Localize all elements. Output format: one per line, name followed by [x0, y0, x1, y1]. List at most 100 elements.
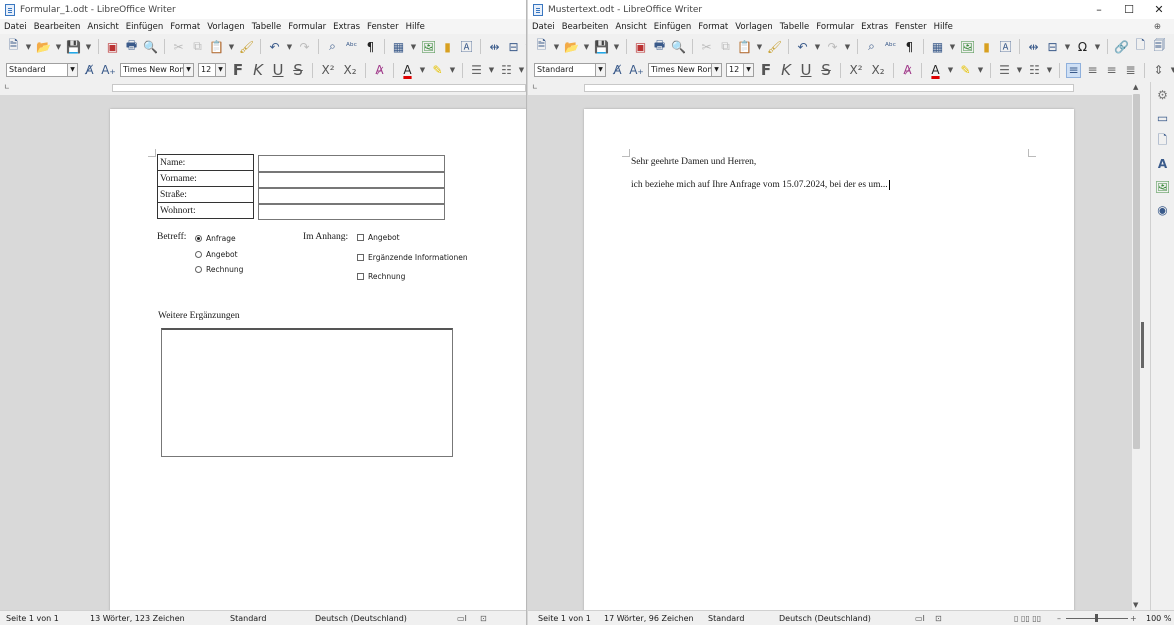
chevron-down-icon[interactable]: ▼	[711, 64, 721, 76]
menu-fenster[interactable]: Fenster	[895, 22, 927, 32]
insert-mode-icon[interactable]: ▭I	[915, 614, 925, 623]
strasse-input[interactable]	[258, 188, 445, 204]
menu-ansicht[interactable]: Ansicht	[615, 22, 646, 32]
clear-formatting-icon[interactable]: A̷	[900, 63, 915, 78]
page-style[interactable]: Standard	[230, 614, 266, 623]
body-line-text[interactable]: ich beziehe mich auf Ihre Anfrage vom 15…	[631, 180, 890, 190]
checkbox-ergaenzende-informationen[interactable]: Ergänzende Informationen	[357, 253, 468, 262]
font-style-icon[interactable]: A	[1155, 156, 1171, 172]
menu-format[interactable]: Format	[698, 22, 728, 32]
menu-format[interactable]: Format	[170, 22, 200, 32]
insert-textbox-icon[interactable]: 🄰	[459, 39, 474, 54]
print-preview-icon[interactable]: 🔍	[143, 39, 158, 54]
paragraph-style-select[interactable]: Standard ▼	[6, 63, 78, 77]
superscript-button[interactable]: X²	[319, 63, 337, 77]
align-left-icon[interactable]: ≡	[1066, 62, 1081, 78]
spelling-icon[interactable]: ᴬᵇᶜ	[883, 39, 898, 54]
formatting-marks-icon[interactable]: ¶	[363, 39, 378, 54]
clone-formatting-icon[interactable]: 🖌	[239, 39, 254, 54]
chevron-down-icon[interactable]: ▼	[756, 39, 763, 54]
align-center-icon[interactable]: ≡	[1085, 63, 1100, 78]
copy-icon[interactable]: ⧉	[718, 39, 733, 54]
chevron-down-icon[interactable]: ▼	[25, 39, 32, 54]
chevron-down-icon[interactable]: ▼	[488, 63, 495, 78]
radio-anfrage[interactable]: Anfrage	[195, 234, 236, 243]
right-title-bar[interactable]: Mustertext.odt - LibreOffice Writer – ☐ …	[528, 0, 1174, 19]
font-color-icon[interactable]: A	[400, 63, 415, 78]
chevron-down-icon[interactable]: ▼	[410, 39, 417, 54]
page-break-icon[interactable]: ⇹	[1026, 39, 1041, 54]
menu-einfuegen[interactable]: Einfügen	[654, 22, 692, 32]
chevron-down-icon[interactable]: ▼	[419, 63, 426, 78]
footnote-icon[interactable]: 🗋	[1133, 38, 1148, 54]
subscript-button[interactable]: X₂	[341, 63, 359, 77]
font-size-select[interactable]: 12 ▼	[198, 63, 226, 77]
weitere-ergaenzungen-textarea[interactable]	[161, 328, 453, 457]
clone-formatting-icon[interactable]: 🖌	[767, 39, 782, 54]
chevron-down-icon[interactable]: ▼	[228, 39, 235, 54]
menu-formular[interactable]: Formular	[288, 22, 326, 32]
open-folder-icon[interactable]: 📂	[564, 39, 579, 54]
new-style-icon[interactable]: A₊	[629, 63, 644, 78]
cut-icon[interactable]: ✂	[171, 39, 186, 54]
chevron-down-icon[interactable]: ▼	[743, 64, 753, 76]
menu-hilfe[interactable]: Hilfe	[934, 22, 953, 32]
undo-icon[interactable]: ↶	[795, 39, 810, 54]
undo-icon[interactable]: ↶	[267, 39, 282, 54]
zoom-in-icon[interactable]: +	[1130, 614, 1137, 623]
superscript-button[interactable]: X²	[847, 63, 865, 77]
cut-icon[interactable]: ✂	[699, 39, 714, 54]
menu-extras[interactable]: Extras	[333, 22, 360, 32]
formatting-marks-icon[interactable]: ¶	[902, 39, 917, 54]
export-pdf-icon[interactable]: ▣	[105, 39, 120, 54]
underline-button[interactable]: U	[270, 61, 286, 79]
menu-bearbeiten[interactable]: Bearbeiten	[562, 22, 609, 32]
new-style-icon[interactable]: A₊	[101, 63, 116, 78]
print-preview-icon[interactable]: 🔍	[671, 39, 686, 54]
chevron-down-icon[interactable]: ▼	[1094, 39, 1101, 54]
align-justify-icon[interactable]: ≣	[1123, 63, 1138, 78]
font-name-select[interactable]: Times New Roman ▼	[648, 63, 722, 77]
scrollbar-thumb[interactable]	[1133, 94, 1140, 449]
word-count[interactable]: 17 Wörter, 96 Zeichen	[604, 614, 694, 623]
chevron-down-icon[interactable]: ▼	[1064, 39, 1071, 54]
globe-icon[interactable]: ⊕	[1154, 22, 1161, 32]
menu-fenster[interactable]: Fenster	[367, 22, 399, 32]
menu-vorlagen[interactable]: Vorlagen	[735, 22, 772, 32]
insert-table-icon[interactable]: ▦	[930, 39, 945, 54]
page-icon[interactable]: ▭	[1155, 110, 1171, 126]
insert-image-icon[interactable]: 🖼	[421, 39, 436, 54]
chevron-down-icon[interactable]: ▼	[977, 63, 984, 78]
redo-icon[interactable]: ↷	[297, 39, 312, 54]
horizontal-ruler[interactable]: ∟	[0, 81, 526, 95]
font-size-select[interactable]: 12 ▼	[726, 63, 754, 77]
menu-extras[interactable]: Extras	[861, 22, 888, 32]
italic-button[interactable]: K	[778, 61, 794, 79]
insert-chart-icon[interactable]: ▮	[979, 39, 994, 54]
menu-tabelle[interactable]: Tabelle	[252, 22, 282, 32]
chevron-down-icon[interactable]: ▼	[814, 39, 821, 54]
new-document-icon[interactable]: 🗎	[6, 38, 21, 54]
tab-stop-type-icon[interactable]: ∟	[4, 83, 10, 91]
save-icon[interactable]: 💾	[594, 39, 609, 54]
ordered-list-icon[interactable]: ☷	[499, 63, 514, 78]
vorname-input[interactable]	[258, 172, 445, 188]
chevron-down-icon[interactable]: ▼	[518, 63, 525, 78]
zoom-level[interactable]: 100 %	[1146, 614, 1171, 623]
zoom-out-icon[interactable]: –	[1057, 614, 1061, 623]
insert-chart-icon[interactable]: ▮	[440, 39, 455, 54]
body-line-greeting[interactable]: Sehr geehrte Damen und Herren,	[631, 157, 756, 167]
print-icon[interactable]: 🖶	[124, 38, 139, 54]
open-folder-icon[interactable]: 📂	[36, 39, 51, 54]
chevron-down-icon[interactable]: ▼	[844, 39, 851, 54]
bold-button[interactable]: F	[230, 61, 246, 79]
chevron-down-icon[interactable]: ▼	[286, 39, 293, 54]
paste-icon[interactable]: 📋	[209, 39, 224, 54]
paste-icon[interactable]: 📋	[737, 39, 752, 54]
insert-field-icon[interactable]: ⊟	[1045, 39, 1060, 54]
gallery-icon[interactable]: 🖼	[1155, 179, 1171, 195]
insert-image-icon[interactable]: 🖼	[960, 39, 975, 54]
menu-datei[interactable]: Datei	[532, 22, 555, 32]
scroll-up-icon[interactable]: ▲	[1133, 83, 1138, 91]
chevron-down-icon[interactable]: ▼	[595, 64, 605, 76]
